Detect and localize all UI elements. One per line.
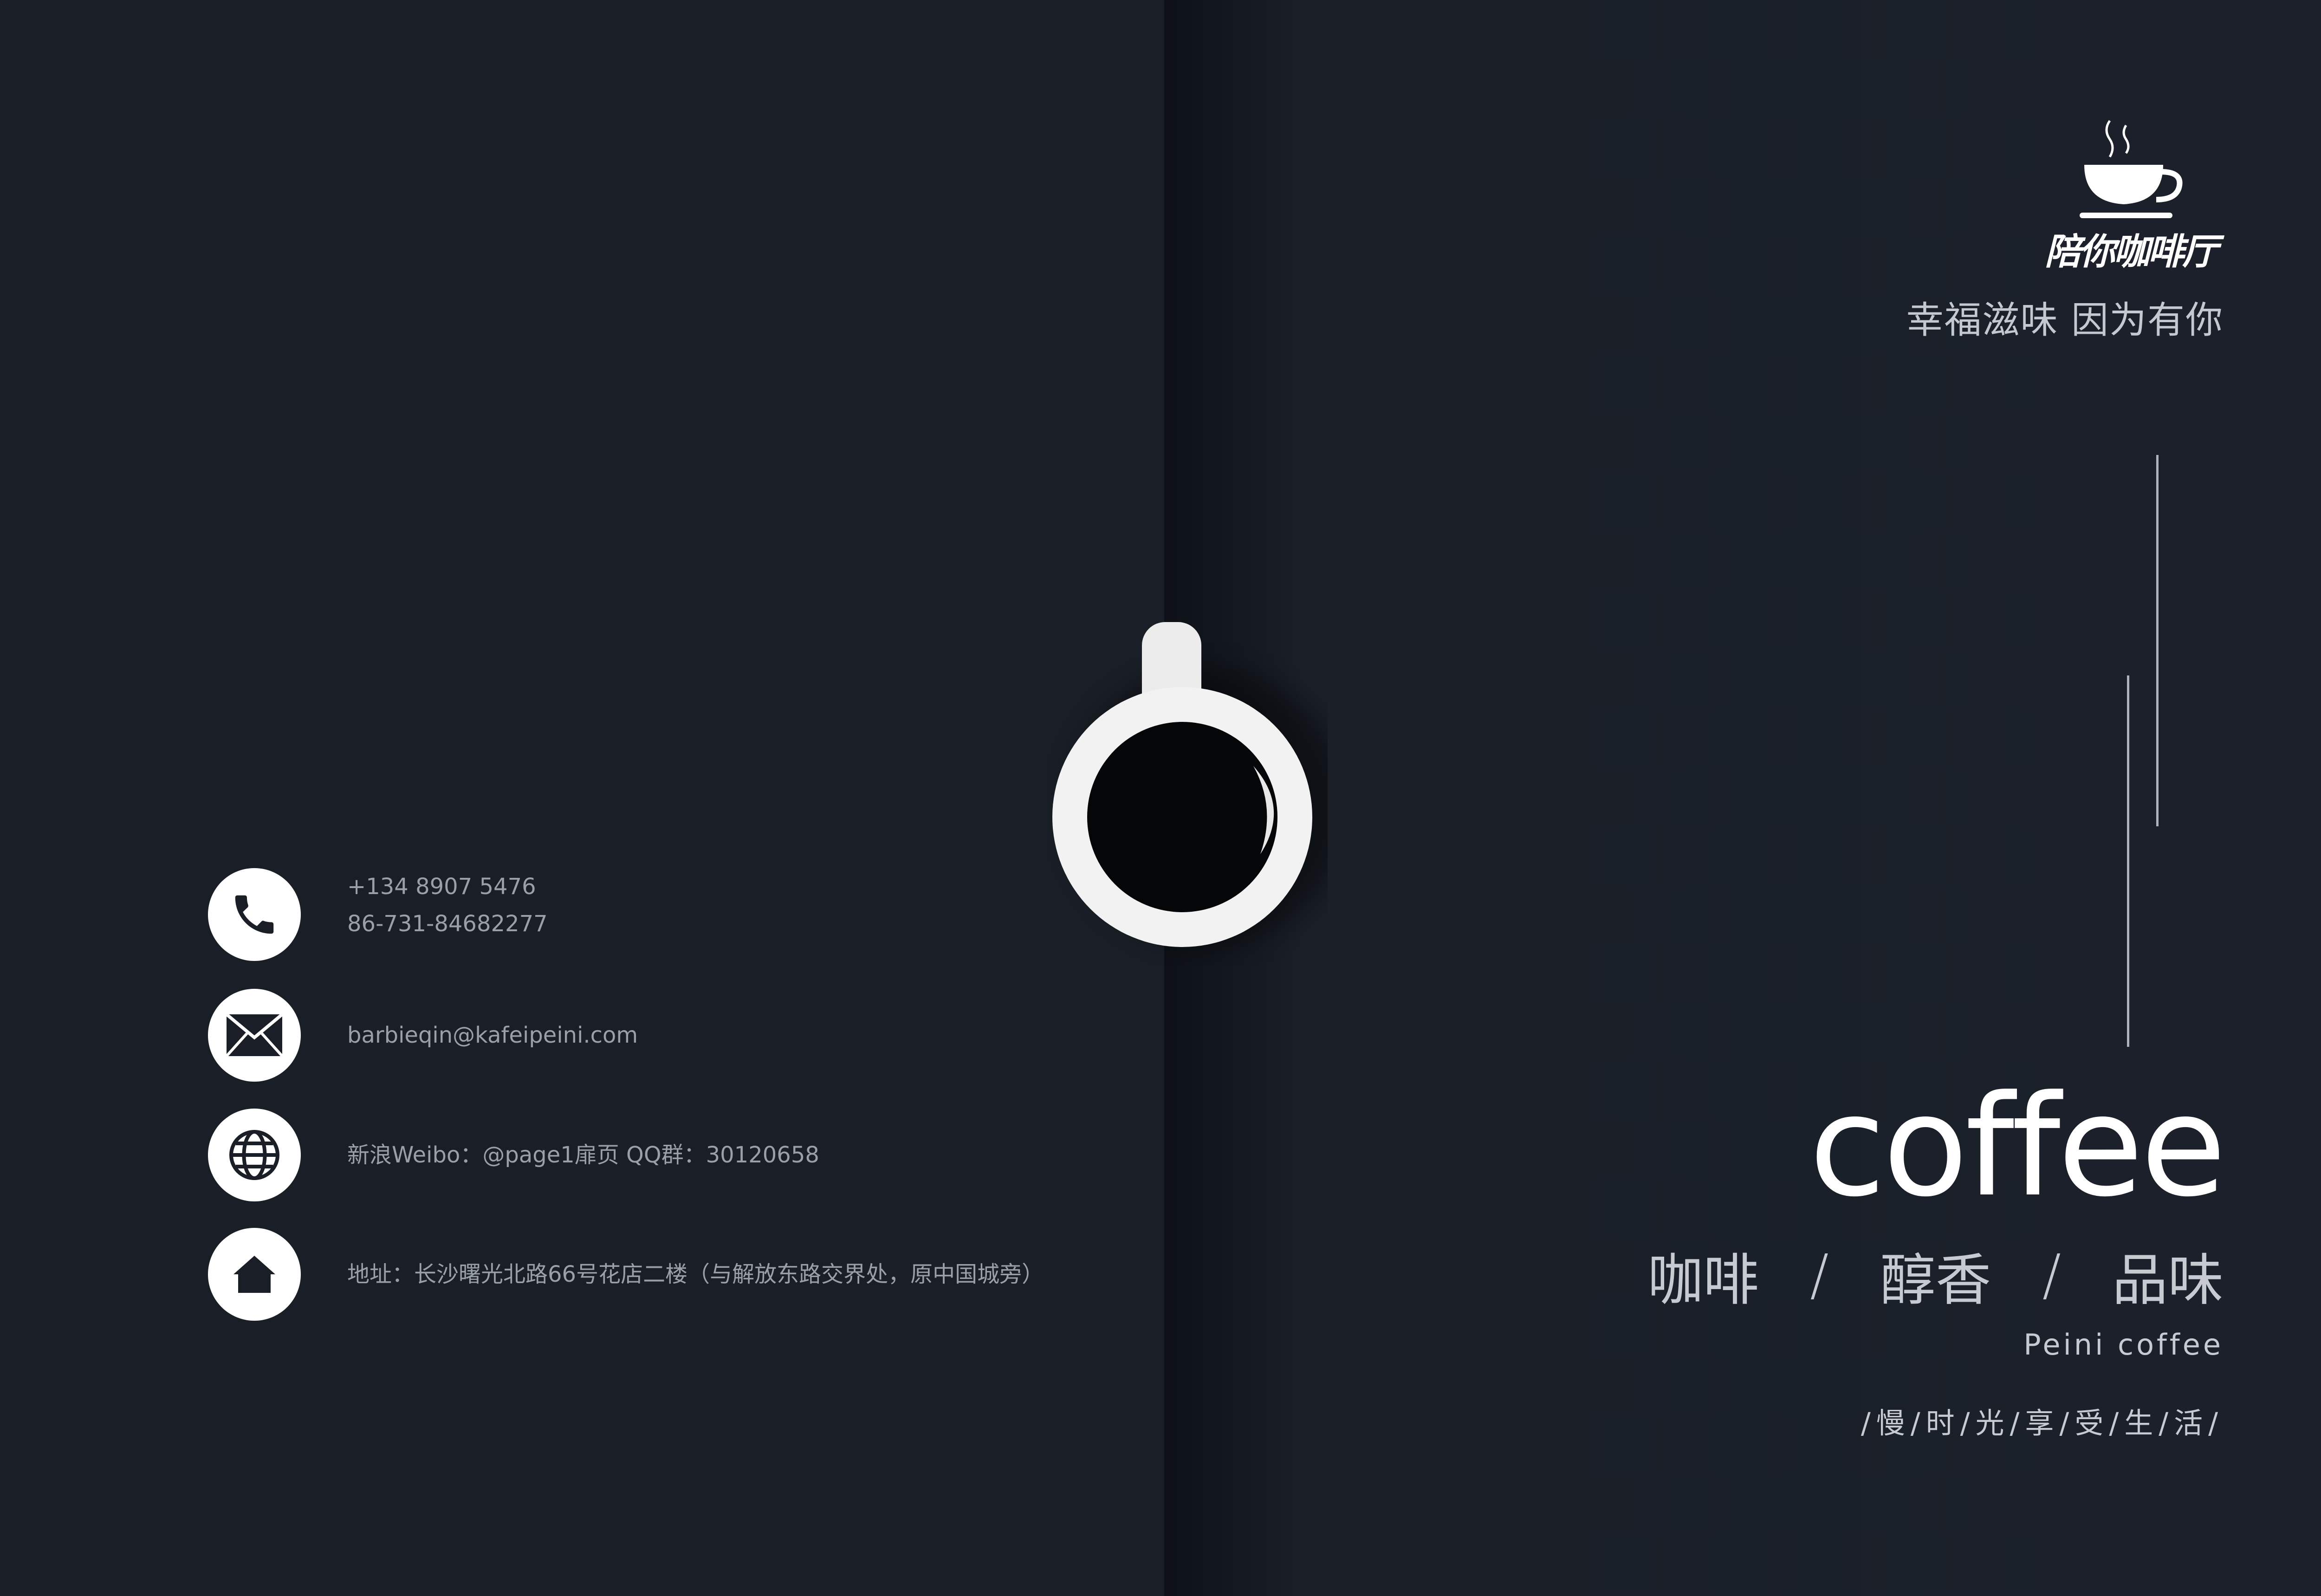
decor-line-long [2156,455,2159,826]
phone-numbers: +134 8907 5476 86-731-84682277 [347,868,548,942]
tagline: /慢/时/光/享/受/生/活/ [1861,1406,2224,1440]
keyword-2: 醇香 [1880,1248,1991,1313]
phone-number-2: 86-731-84682277 [347,911,548,937]
keyword-separator: / [2042,1243,2061,1308]
email-address: barbieqin@kafeipeini.com [347,1022,638,1048]
keyword-3: 品味 [2112,1248,2224,1313]
phone-icon [208,868,301,961]
coffee-logo: 陪你咖啡厅 [2033,116,2228,283]
contact-address: 地址：长沙曙光北路66号花店二楼（与解放东路交界处，原中国城旁） [208,1228,1044,1321]
social-accounts: 新浪Weibo：@page1扉页 QQ群：30120658 [347,1142,819,1168]
logo-name: 陪你咖啡厅 [2044,231,2218,273]
cover-title: coffee [1809,1065,2226,1227]
coffee-cup-icon [1052,622,1328,947]
keywords: 咖啡 / 醇香 / 品味 [1647,1235,2224,1316]
brochure-spread: +134 8907 5476 86-731-84682277 barbieqin… [0,0,2321,1596]
back-cover: +134 8907 5476 86-731-84682277 barbieqin… [0,0,1164,1596]
coffee-logo-icon [2080,120,2183,218]
keyword-separator: / [1810,1243,1829,1308]
contact-email: barbieqin@kafeipeini.com [208,989,638,1082]
brand-name: Peini coffee [2023,1328,2224,1362]
phone-number-1: +134 8907 5476 [347,874,536,900]
decor-line-short [2127,675,2129,1047]
contact-phone: +134 8907 5476 86-731-84682277 [208,868,548,961]
keyword-1: 咖啡 [1647,1248,1759,1313]
globe-icon [208,1109,301,1201]
home-icon [208,1228,301,1321]
contact-social: 新浪Weibo：@page1扉页 QQ群：30120658 [208,1109,819,1201]
street-address: 地址：长沙曙光北路66号花店二楼（与解放东路交界处，原中国城旁） [347,1261,1044,1287]
mail-icon [208,989,301,1082]
slogan: 幸福滋味 因为有你 [1906,298,2224,342]
